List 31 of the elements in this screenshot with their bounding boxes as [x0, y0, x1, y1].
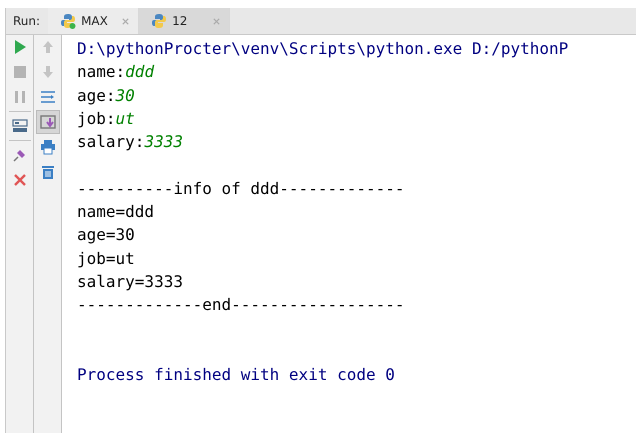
- output-line: job=ut: [77, 248, 135, 268]
- pin-icon[interactable]: [12, 147, 28, 163]
- layout-icon[interactable]: [12, 118, 28, 134]
- trash-icon[interactable]: [40, 164, 56, 180]
- exit-message: Process finished with exit code 0: [77, 365, 395, 384]
- output-line: ----------info of ddd-------------: [77, 178, 405, 198]
- soft-wrap-icon[interactable]: [40, 89, 56, 105]
- input-value: ddd: [125, 62, 154, 82]
- python-icon: [151, 13, 168, 29]
- close-icon[interactable]: [212, 16, 222, 26]
- input-prompt: salary:: [77, 132, 144, 152]
- input-value: 3333: [144, 132, 183, 152]
- run-tab[interactable]: 12: [139, 8, 230, 34]
- input-prompt: age:: [77, 86, 116, 105]
- input-prompt: job:: [77, 108, 116, 128]
- output-line: name=ddd: [77, 202, 154, 222]
- input-prompt: name:: [77, 62, 126, 82]
- scroll-to-end-icon[interactable]: [40, 114, 56, 130]
- output-line: salary=3333: [77, 272, 183, 291]
- run-tab[interactable]: MAX: [48, 8, 140, 34]
- output-line: age=30: [77, 225, 135, 244]
- output-line: -------------end------------------: [77, 295, 405, 314]
- python-icon: [60, 13, 76, 29]
- run-label: Run:: [12, 13, 42, 30]
- print-icon[interactable]: [40, 139, 56, 155]
- input-value: ut: [116, 108, 135, 128]
- command-line: D:\pythonProcter\venv\Scripts\python.exe D:/pythonP: [77, 39, 568, 58]
- close-icon[interactable]: [12, 172, 28, 188]
- stop-icon[interactable]: [12, 64, 28, 80]
- input-value: 30: [116, 86, 135, 105]
- close-icon[interactable]: [121, 16, 130, 26]
